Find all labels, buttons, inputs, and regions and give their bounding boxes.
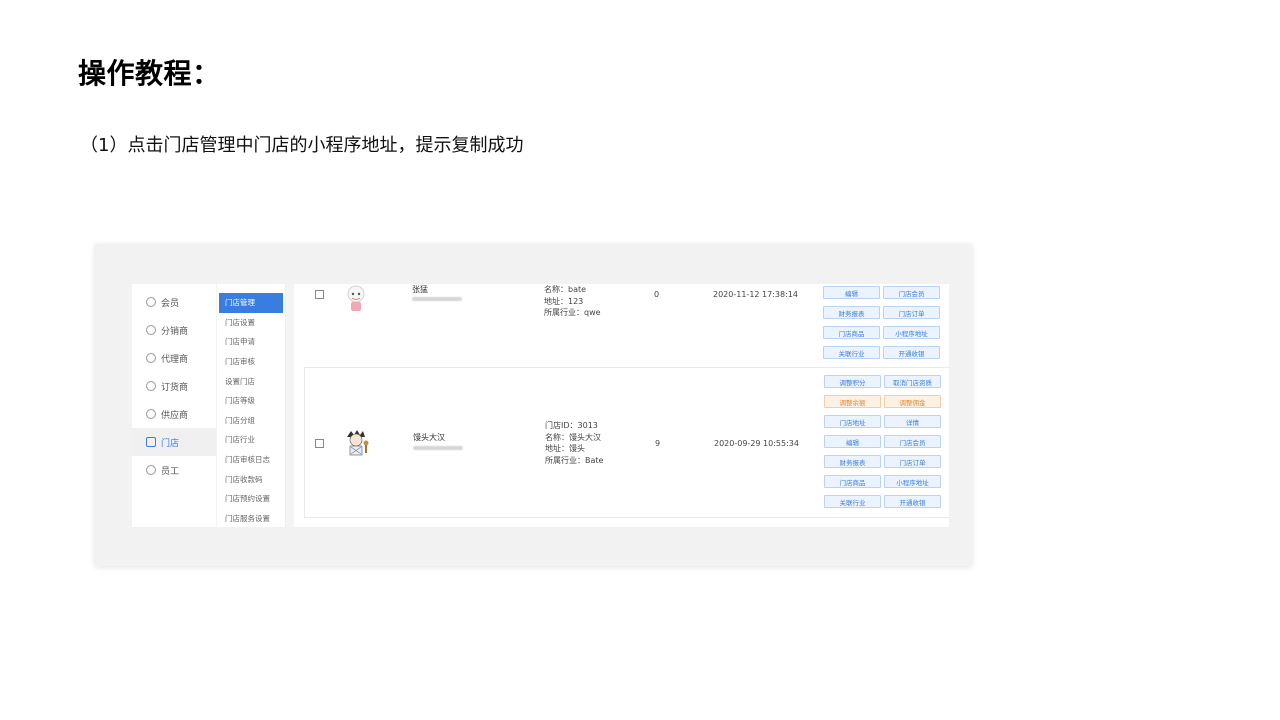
store-table: 张猛 名称：bate 地址：123 所属行业：qwe 0 2020-11-12 … (294, 284, 949, 527)
cancel-qualification-button[interactable]: 取消门店资质 (884, 375, 941, 388)
miniprogram-address-button[interactable]: 小程序地址 (883, 326, 940, 339)
subnav-store-apply[interactable]: 门店申请 (217, 332, 285, 352)
open-cashier-button[interactable]: 开通收银 (884, 495, 941, 508)
subnav-store-group[interactable]: 门店分组 (217, 411, 285, 431)
sidebar-item-label: 供应商 (161, 410, 189, 421)
table-row: 馒头大汉 门店ID：3013 名称：馒头大汉 地址：馒头 所属行业：Bate 9… (304, 368, 949, 518)
sidebar-item-supplier[interactable]: 供应商 (132, 400, 216, 428)
sidebar-item-label: 订货商 (161, 382, 189, 393)
store-orders-button[interactable]: 门店订单 (884, 455, 941, 468)
order-icon (146, 381, 156, 391)
info-line: 名称：bate (544, 285, 587, 294)
subnav-review-log[interactable]: 门店审核日志 (217, 450, 285, 470)
edit-button[interactable]: 编辑 (823, 286, 880, 299)
sidebar-item-orderer[interactable]: 订货商 (132, 372, 216, 400)
doc-step-text: （1）点击门店管理中门店的小程序地址，提示复制成功 (80, 135, 524, 156)
staff-icon (146, 465, 156, 475)
main-sidebar: 会员 分销商 代理商 订货商 供应商 门店 员工 (132, 284, 216, 527)
store-info: 门店ID：3013 名称：馒头大汉 地址：馒头 所属行业：Bate (545, 420, 603, 466)
store-goods-button[interactable]: 门店商品 (824, 475, 881, 488)
open-cashier-button[interactable]: 开通收银 (883, 346, 940, 359)
doc-title: 操作教程： (78, 57, 221, 90)
link-industry-button[interactable]: 关联行业 (824, 495, 881, 508)
info-line: 地址：123 (544, 296, 584, 306)
info-line: 名称：馒头大汉 (545, 432, 601, 442)
details-button[interactable]: 详情 (884, 415, 941, 428)
info-line: 所属行业：Bate (545, 455, 604, 465)
subnav-store-settings[interactable]: 门店设置 (217, 313, 285, 333)
info-line: 地址：馒头 (545, 444, 585, 453)
store-avatar (347, 285, 365, 311)
count-value: 0 (654, 290, 660, 299)
sidebar-item-label: 会员 (161, 298, 180, 309)
link-industry-button[interactable]: 关联行业 (823, 346, 880, 359)
phone-blurred (413, 446, 463, 450)
sidebar-item-staff[interactable]: 员工 (132, 456, 216, 484)
count-value: 9 (655, 439, 661, 448)
subnav-store-review[interactable]: 门店审核 (217, 352, 285, 372)
subnav-service-settings[interactable]: 门店服务设置 (217, 509, 285, 529)
subnav-store-industry[interactable]: 门店行业 (217, 430, 285, 450)
phone-blurred (412, 297, 462, 301)
sidebar-item-label: 代理商 (161, 354, 189, 365)
store-avatar (347, 430, 369, 456)
sidebar-item-label: 员工 (161, 466, 180, 477)
store-icon (146, 437, 156, 447)
subnav-booking-settings[interactable]: 门店预约设置 (217, 489, 285, 509)
store-owner-name: 张猛 (412, 285, 428, 294)
finance-report-button[interactable]: 财务报表 (824, 455, 881, 468)
subnav-payment-code[interactable]: 门店收款码 (217, 469, 285, 489)
store-owner-name: 馒头大汉 (413, 433, 445, 442)
distributor-icon (146, 325, 156, 335)
sidebar-item-distributor[interactable]: 分销商 (132, 316, 216, 344)
subnav-store-manage[interactable]: 门店管理 (219, 293, 283, 313)
finance-report-button[interactable]: 财务报表 (823, 306, 880, 319)
created-time: 2020-11-12 17:38:14 (713, 290, 798, 299)
user-icon (146, 297, 156, 307)
store-goods-button[interactable]: 门店商品 (823, 326, 880, 339)
store-orders-button[interactable]: 门店订单 (883, 306, 940, 319)
store-address-button[interactable]: 门店地址 (824, 415, 881, 428)
agent-icon (146, 353, 156, 363)
edit-button[interactable]: 编辑 (824, 435, 881, 448)
created-time: 2020-09-29 10:55:34 (714, 439, 799, 448)
row-checkbox[interactable] (315, 439, 324, 448)
info-line: 所属行业：qwe (544, 308, 601, 317)
row-actions: 编辑 门店会员 财务报表 门店订单 门店商品 小程序地址 关联行业 开通收银 (823, 286, 940, 359)
sidebar-item-label: 分销商 (161, 326, 189, 337)
adjust-commission-button[interactable]: 调整佣金 (884, 395, 941, 408)
sidebar-item-agent[interactable]: 代理商 (132, 344, 216, 372)
miniprogram-address-button[interactable]: 小程序地址 (884, 475, 941, 488)
subnav-set-store[interactable]: 设置门店 (217, 371, 285, 391)
table-row: 张猛 名称：bate 地址：123 所属行业：qwe 0 2020-11-12 … (304, 284, 949, 368)
sidebar-item-store[interactable]: 门店 (132, 428, 216, 456)
supplier-icon (146, 409, 156, 419)
store-members-button[interactable]: 门店会员 (884, 435, 941, 448)
store-info: 名称：bate 地址：123 所属行业：qwe (544, 284, 601, 319)
sidebar-item-member[interactable]: 会员 (132, 288, 216, 316)
admin-panel: 会员 分销商 代理商 订货商 供应商 门店 员工 门店管理 门店设置 门店申请 … (132, 284, 949, 527)
sidebar-item-label: 门店 (161, 438, 180, 449)
adjust-points-button[interactable]: 调整积分 (824, 375, 881, 388)
store-members-button[interactable]: 门店会员 (883, 286, 940, 299)
row-checkbox[interactable] (315, 290, 324, 299)
row-actions: 调整积分 取消门店资质 调整余额 调整佣金 门店地址 详情 编辑 门店会员 财务… (824, 375, 941, 508)
adjust-balance-button[interactable]: 调整余额 (824, 395, 881, 408)
sub-sidebar: 门店管理 门店设置 门店申请 门店审核 设置门店 门店等级 门店分组 门店行业 … (217, 284, 286, 527)
subnav-store-level[interactable]: 门店等级 (217, 391, 285, 411)
screenshot-frame: 会员 分销商 代理商 订货商 供应商 门店 员工 门店管理 门店设置 门店申请 … (95, 244, 972, 566)
info-line: 门店ID：3013 (545, 421, 598, 430)
